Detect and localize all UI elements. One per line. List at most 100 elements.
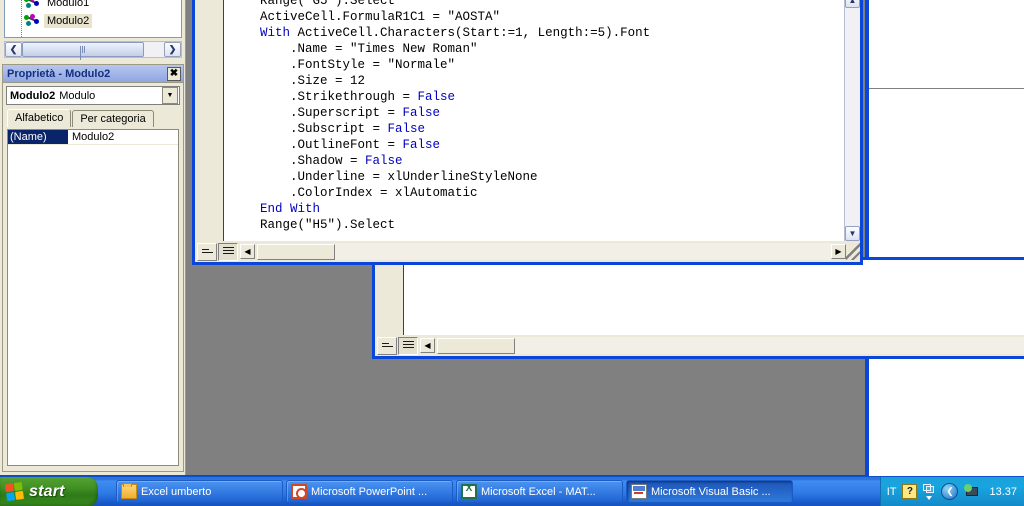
code-vertical-scrollbar[interactable]: ▲ ▼ [844, 0, 860, 241]
full-module-view-button[interactable] [218, 242, 238, 261]
code-margin-indicator-bar[interactable] [195, 0, 224, 241]
powerpoint-icon [291, 484, 307, 499]
code-keyword: With [260, 26, 291, 40]
close-icon[interactable]: ✖ [167, 66, 181, 81]
code-token: Range("H5").Select [230, 218, 396, 232]
code-editor-area-background[interactable] [375, 260, 1024, 335]
grip-icon [79, 46, 87, 60]
code-line: Range("G5").Select [230, 0, 860, 9]
tab-per-categoria[interactable]: Per categoria [72, 110, 154, 127]
code-editor-area[interactable]: Range("G5").Select ActiveCell.FormulaR1C… [195, 0, 860, 241]
properties-titlebar[interactable]: Proprietà - Modulo2 ✖ [3, 65, 183, 83]
procedure-view-icon [201, 248, 213, 255]
code-line: .FontStyle = "Normale" [230, 57, 860, 73]
property-row[interactable]: (Name) Modulo2 [8, 130, 178, 145]
hscroll-right-arrow-icon[interactable]: ▶ [831, 244, 846, 259]
hscroll-thumb[interactable] [257, 243, 335, 260]
stacked-windows-icon[interactable] [923, 483, 935, 500]
network-icon[interactable] [964, 484, 981, 499]
code-token: .Strikethrough = [230, 90, 418, 104]
chevron-down-icon[interactable]: ▼ [162, 87, 178, 104]
code-token: .Superscript = [230, 106, 403, 120]
scroll-right-arrow-icon[interactable]: ❯ [164, 42, 181, 57]
hscroll-track[interactable] [515, 337, 1024, 354]
code-keyword: False [387, 122, 426, 136]
hscroll-thumb[interactable] [437, 337, 515, 354]
code-window-bottom-bar: ◀ ▶ [195, 241, 860, 262]
windows-logo-icon [4, 481, 25, 501]
code-text-background[interactable] [404, 260, 1024, 335]
tree-item-modulo1[interactable]: Modulo1 [5, 0, 181, 11]
code-window-background[interactable]: ◀ [372, 257, 1024, 359]
help-icon[interactable]: ? [902, 484, 918, 499]
project-explorer: Modulo1 Modulo2 ❮ ❯ [2, 0, 184, 62]
start-label: start [29, 482, 65, 500]
tab-alfabetico[interactable]: Alfabetico [7, 109, 72, 127]
resize-grip-icon[interactable] [846, 243, 860, 260]
taskbar-item-label: Microsoft Visual Basic ... [651, 485, 771, 498]
code-keyword: False [365, 154, 403, 168]
code-token: ActiveCell.Characters(Start:=1, Length:=… [290, 26, 651, 40]
hscroll-track[interactable] [22, 42, 164, 60]
system-tray: IT ? ❮ 13.37 [879, 476, 1024, 506]
clock[interactable]: 13.37 [989, 486, 1017, 498]
hscroll-left-arrow-icon[interactable]: ◀ [420, 338, 435, 353]
taskbar-item-label: Excel umberto [141, 485, 212, 498]
code-line: With ActiveCell.Characters(Start:=1, Len… [230, 25, 860, 41]
taskbar-item-visual-basic[interactable]: Microsoft Visual Basic ... [626, 480, 793, 503]
property-value[interactable]: Modulo2 [68, 130, 178, 144]
code-line: .Name = "Times New Roman" [230, 41, 860, 57]
excel-icon [461, 483, 477, 499]
taskbar-item-powerpoint[interactable]: Microsoft PowerPoint ... [286, 480, 453, 503]
hscroll-thumb[interactable] [22, 42, 144, 60]
start-button[interactable]: start [0, 476, 98, 506]
code-line: .Underline = xlUnderlineStyleNone [230, 169, 860, 185]
scroll-left-arrow-icon[interactable]: ❮ [5, 42, 22, 57]
code-line: .Strikethrough = False [230, 89, 860, 105]
hscroll-left-arrow-icon[interactable]: ◀ [240, 244, 255, 259]
code-keyword: False [417, 90, 456, 104]
code-token: .OutlineFont = [230, 138, 403, 152]
code-line: ActiveCell.FormulaR1C1 = "AOSTA" [230, 9, 860, 25]
code-token: .FontStyle = "Normale" [230, 58, 456, 72]
project-tree[interactable]: Modulo1 Modulo2 [4, 0, 182, 38]
code-token: Range("G5").Select [230, 0, 396, 8]
desktop-screen: Modulo1 Modulo2 ❮ ❯ Proprietà - Modulo2 … [0, 0, 1024, 506]
code-token: ActiveCell.FormulaR1C1 = "AOSTA" [230, 10, 501, 24]
code-keyword: False [402, 138, 441, 152]
procedure-view-button[interactable] [197, 242, 217, 261]
language-indicator[interactable]: IT [887, 486, 897, 498]
full-module-view-button[interactable] [398, 336, 418, 355]
project-explorer-hscrollbar[interactable]: ❮ ❯ [4, 41, 182, 60]
properties-tabs: Alfabetico Per categoria [7, 109, 183, 127]
code-text[interactable]: Range("G5").Select ActiveCell.FormulaR1C… [224, 0, 860, 241]
show-hidden-icons-chevron-icon[interactable]: ❮ [941, 483, 959, 500]
taskbar: start Excel umberto Microsoft PowerPoint… [0, 476, 1024, 506]
code-line: .OutlineFont = False [230, 137, 860, 153]
properties-title: Proprietà - Modulo2 [7, 67, 111, 80]
properties-grid[interactable]: (Name) Modulo2 [7, 129, 179, 466]
taskbar-item-excel-umberto[interactable]: Excel umberto [116, 480, 283, 503]
tree-item-modulo2[interactable]: Modulo2 [5, 13, 181, 29]
scroll-up-arrow-icon[interactable]: ▲ [845, 0, 860, 8]
hscroll-track[interactable] [335, 243, 831, 260]
properties-object-combobox[interactable]: Modulo2 Modulo ▼ [6, 86, 180, 105]
code-line: End With [230, 201, 860, 217]
taskbar-item-label: Microsoft Excel - MAT... [481, 485, 596, 498]
code-keyword: False [402, 106, 441, 120]
full-module-view-icon [402, 341, 414, 350]
code-token: .Size = 12 [230, 74, 366, 88]
code-line: .Shadow = False [230, 153, 860, 169]
visualbasic-icon [631, 484, 647, 499]
code-token: .ColorIndex = xlAutomatic [230, 186, 478, 200]
left-dock-panel: Modulo1 Modulo2 ❮ ❯ Proprietà - Modulo2 … [0, 0, 186, 475]
procedure-view-icon [381, 342, 393, 349]
procedure-view-button[interactable] [377, 336, 397, 355]
taskbar-item-excel[interactable]: Microsoft Excel - MAT... [456, 480, 623, 503]
code-line: .Superscript = False [230, 105, 860, 121]
scroll-down-arrow-icon[interactable]: ▼ [845, 226, 860, 241]
code-keyword: End With [260, 202, 321, 216]
code-window-modulo2[interactable]: Range("G5").Select ActiveCell.FormulaR1C… [192, 0, 863, 265]
